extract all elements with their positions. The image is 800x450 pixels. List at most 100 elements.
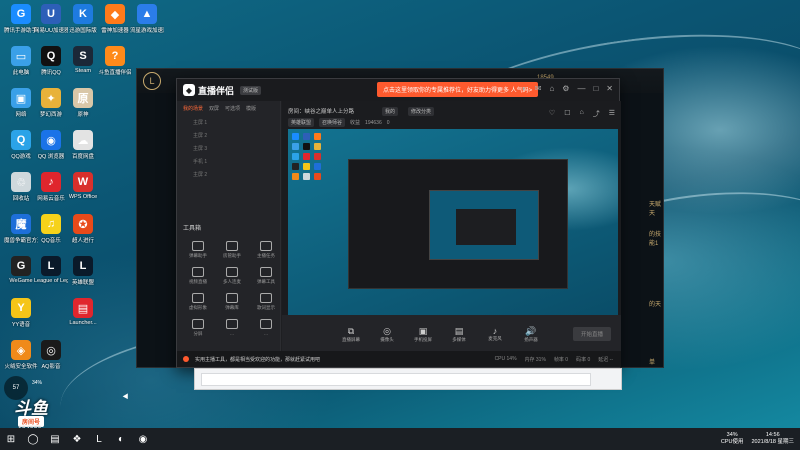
toolbox-item[interactable]: 房管助手 xyxy=(217,241,247,259)
theme-icon[interactable]: ◐ xyxy=(522,84,527,93)
tool-icon xyxy=(226,293,238,303)
version-badge: 测试版 xyxy=(240,85,262,95)
screen-icon[interactable]: ☐ xyxy=(564,109,570,119)
stream-preview[interactable] xyxy=(288,129,618,317)
source-tool[interactable]: ♪ 麦克风 xyxy=(482,326,508,342)
source-tool[interactable]: ▤ 多媒体 xyxy=(446,326,472,343)
toolbox-item[interactable]: ... xyxy=(251,319,281,336)
baidu-netdisk-icon: ☁ xyxy=(73,130,93,150)
league-side-text: 的技能1 xyxy=(649,232,662,247)
tool-label: 主播任务 xyxy=(257,253,275,258)
settings-icon[interactable]: ⚙ xyxy=(562,84,569,93)
this-pc-icon: ▭ xyxy=(11,46,31,66)
toolbox-item[interactable]: 弹幕助手 xyxy=(183,241,213,259)
room-meta-item[interactable]: 召唤师谷 xyxy=(319,118,346,127)
desktop-shortcut-label: 流星游戏加速器 xyxy=(130,28,164,34)
source-tool[interactable]: ⧉ 直播屏幕 xyxy=(338,326,364,343)
room-tag[interactable]: 修改分类 xyxy=(408,107,435,116)
toolbox-item[interactable]: 歌词显示 xyxy=(251,293,281,311)
maximize-icon[interactable]: □ xyxy=(593,84,598,93)
toolbox-item[interactable]: 视频直播 xyxy=(183,267,213,285)
scene-tab[interactable]: 我的场景 xyxy=(183,105,203,112)
desktop-shortcut[interactable]: 原原神 xyxy=(66,88,100,118)
network-icon: ▣ xyxy=(11,88,31,108)
mail-icon[interactable]: ✉ xyxy=(535,84,542,93)
start-live-button[interactable]: 开始直播 xyxy=(572,327,611,341)
desktop-shortcut[interactable]: ◎ AQ影音 xyxy=(34,340,68,370)
share-icon[interactable]: ⤴ xyxy=(593,109,600,119)
scene-tab[interactable]: 可选项 xyxy=(225,105,240,112)
preview-mini-icon xyxy=(314,133,321,140)
desktop-shortcut[interactable]: Y YY语音 xyxy=(4,298,38,328)
toolbox-item[interactable]: 主播任务 xyxy=(251,241,281,259)
desktop-shortcut[interactable]: ✦ 梦幻西游 xyxy=(34,88,68,118)
source-tool[interactable]: 🔊 扬声器 xyxy=(518,326,544,343)
search-icon[interactable]: ◯ xyxy=(22,428,44,450)
room-title[interactable]: 房间：峡谷之巅单人上分路 xyxy=(288,107,354,115)
desktop-shortcut[interactable]: ◈ 火绒安全软件 xyxy=(4,340,38,370)
desktop-shortcut[interactable]: W WPS Office xyxy=(66,172,100,200)
close-icon[interactable]: ✕ xyxy=(606,84,613,93)
scene-item[interactable]: 主屏 2 xyxy=(177,168,280,181)
home-icon[interactable]: ⌂ xyxy=(549,84,554,93)
desktop-shortcut[interactable]: G 腾讯手游助手(腾讯... xyxy=(4,4,38,34)
toolbox-item[interactable]: 多人连麦 xyxy=(217,267,247,285)
desktop-shortcut[interactable]: ▲ 流星游戏加速器 xyxy=(130,4,164,34)
wechat-icon[interactable]: ❖ xyxy=(66,428,88,450)
lock-icon[interactable]: ⌂ xyxy=(579,109,583,119)
desktop-shortcut-label: 网易UU加速器 xyxy=(34,28,68,34)
desktop-shortcut[interactable]: ▭ 此电脑 xyxy=(4,46,38,76)
toolbox-item[interactable]: 弹幕工具 xyxy=(251,267,281,285)
desktop-shortcut[interactable]: ? 斗鱼直播伴侣 xyxy=(98,46,132,76)
room-meta-item[interactable]: 英雄联盟 xyxy=(288,118,315,127)
scene-tab[interactable]: 模版 xyxy=(246,105,256,112)
desktop-shortcut[interactable]: ♫ QQ音乐 xyxy=(34,214,68,244)
desktop-shortcut[interactable]: ☁ 百度网盘 xyxy=(66,130,100,160)
toolbox-item[interactable]: 弹幕库 xyxy=(217,293,247,311)
desktop-shortcut[interactable]: ◉ QQ 浏览器 xyxy=(34,130,68,160)
desktop-shortcut[interactable]: Q QQ游戏 xyxy=(4,130,38,160)
desktop-shortcut[interactable]: 魔魔兽争霸官方对战平台 xyxy=(4,214,38,244)
preview-mini-icon xyxy=(314,163,321,170)
desktop-shortcut[interactable]: G WeGame xyxy=(4,256,38,284)
desktop-shortcut[interactable]: U 网易UU加速器 xyxy=(34,4,68,34)
start-button[interactable]: ⊞ xyxy=(0,428,22,450)
toolbox-item[interactable]: 虚拟形象 xyxy=(183,293,213,311)
toolbox-item[interactable]: 分屏 xyxy=(183,319,213,337)
toolbox-item[interactable]: ... xyxy=(217,319,247,336)
desktop-shortcut[interactable]: ♪ 网易云音乐 xyxy=(34,172,68,202)
clock[interactable]: 14:56 2021/8/18 星期三 xyxy=(752,432,795,446)
room-tag[interactable]: 我的 xyxy=(382,107,399,116)
source-tool[interactable]: ▣ 手机投屏 xyxy=(410,326,436,343)
scene-item[interactable]: 主屏 2 xyxy=(177,129,280,142)
edge-icon[interactable]: ◐ xyxy=(110,428,132,450)
desktop-shortcut[interactable]: ▣ 网络 xyxy=(4,88,38,118)
chat-input[interactable] xyxy=(201,373,591,386)
scene-item[interactable]: 主屏 3 xyxy=(177,142,280,155)
scene-tab[interactable]: 双屏 xyxy=(209,105,219,112)
promo-banner[interactable]: 点击这里领取你的专属推荐位，好友助力得更多 人气码> xyxy=(377,82,539,97)
task-view-icon[interactable]: ▤ xyxy=(44,428,66,450)
desktop-shortcut[interactable]: K 迅游国际版 xyxy=(66,4,100,34)
desktop-shortcut[interactable]: S Steam xyxy=(66,46,100,74)
preview-mini-icon xyxy=(292,143,299,150)
like-icon[interactable]: ♡ xyxy=(549,109,555,119)
desktop-shortcut[interactable]: Q 腾讯QQ xyxy=(34,46,68,76)
league-taskbar-icon[interactable]: L xyxy=(88,428,110,450)
scene-item[interactable]: 主屏 1 xyxy=(177,116,280,129)
desktop-shortcut[interactable]: ✪ 超人进行 xyxy=(66,214,100,244)
desktop-shortcut[interactable]: ◆ 雷神加速器 xyxy=(98,4,132,34)
source-tool[interactable]: ◎ 摄像头 xyxy=(374,326,400,343)
scene-item[interactable]: 手机 1 xyxy=(177,155,280,168)
minimize-icon[interactable]: — xyxy=(577,84,585,93)
desktop-shortcut-label: QQ游戏 xyxy=(11,154,31,160)
desktop-shortcut[interactable]: L League of Legends xyxy=(34,256,68,284)
tool-label: 视频直播 xyxy=(189,279,207,284)
douyu-streamer-window[interactable]: ◆ 直播伴侣 测试版 点击这里领取你的专属推荐位，好友助力得更多 人气码> ◐ ✉… xyxy=(176,78,621,368)
menu-icon[interactable]: ☰ xyxy=(609,109,615,119)
chrome-icon[interactable]: ◉ xyxy=(132,428,154,450)
cpu-label: CPU使用 xyxy=(720,439,744,445)
desktop-shortcut[interactable]: ▤ Launcher... xyxy=(66,298,100,326)
desktop-shortcut[interactable]: L 英雄联盟 xyxy=(66,256,100,286)
desktop-shortcut[interactable]: ♲ 回收站 xyxy=(4,172,38,202)
